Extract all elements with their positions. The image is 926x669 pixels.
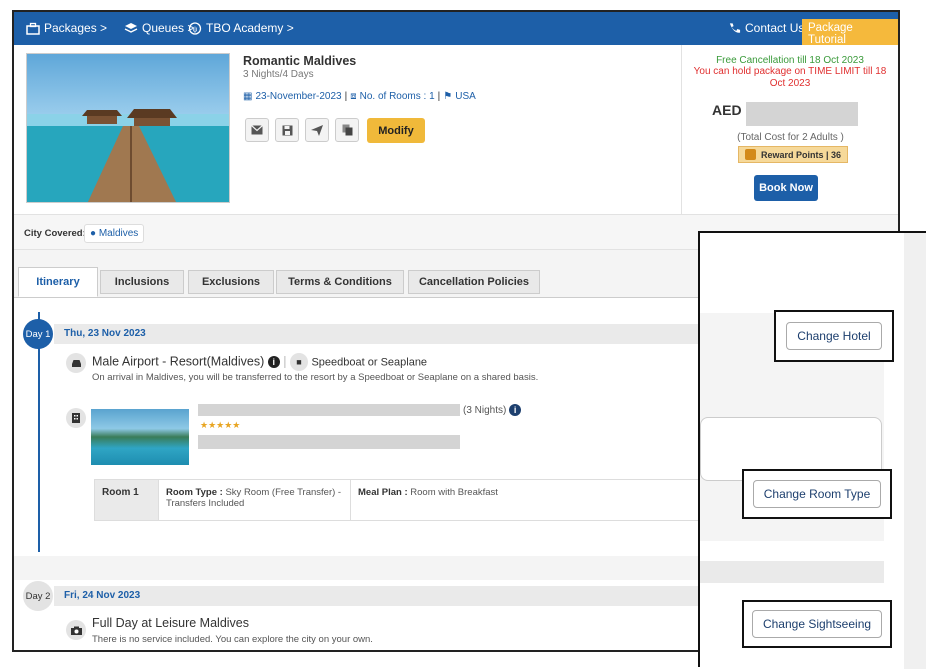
package-summary-card: Romantic Maldives 3 Nights/4 Days ▦ 23-N… — [14, 45, 898, 215]
hotel-star-rating: ★★★★★ — [200, 420, 241, 430]
svg-text:ψ: ψ — [193, 26, 198, 33]
car-icon: ■ — [289, 353, 308, 371]
city-chip[interactable]: ● Maldives — [84, 224, 145, 243]
info-icon[interactable]: i — [267, 356, 280, 369]
city-chip-label: Maldives — [98, 228, 139, 239]
price-panel: Free Cancellation till 18 Oct 2023 You c… — [681, 45, 898, 215]
hotel-nights-label: (3 Nights) — [463, 405, 507, 416]
package-actions: Modify — [245, 118, 425, 143]
transfer-description: On arrival in Maldives, you will be tran… — [92, 372, 539, 383]
flag-icon: ⚑ — [443, 91, 453, 102]
email-button[interactable] — [245, 118, 269, 142]
send-button[interactable] — [305, 118, 329, 142]
briefcase-icon — [26, 22, 40, 35]
separator: | — [344, 91, 348, 102]
sitemap-icon: ⧈ — [350, 91, 357, 102]
reward-points-badge: Reward Points | 36 — [738, 146, 849, 163]
copy-icon — [342, 124, 352, 136]
package-title: Romantic Maldives — [243, 54, 357, 68]
hotel-icon — [66, 408, 86, 428]
change-hotel-button[interactable]: Change Hotel — [786, 322, 882, 350]
map-marker-icon: ● — [90, 228, 97, 239]
city-covered-label: City Covered: — [24, 228, 86, 239]
tab-itinerary[interactable]: Itinerary — [18, 267, 98, 297]
separator: | — [437, 91, 441, 102]
activity-title: Full Day at Leisure Maldives — [92, 616, 250, 630]
modify-button[interactable]: Modify — [367, 118, 425, 143]
package-photo — [26, 53, 230, 203]
room-type-label: Room Type : — [166, 487, 223, 498]
hotel-nights: (3 Nights) i — [463, 404, 522, 416]
activity-description: There is no service included. You can ex… — [92, 634, 373, 645]
nav-queues[interactable]: Queues > — [124, 21, 194, 35]
copy-button[interactable] — [335, 118, 359, 142]
book-now-button[interactable]: Book Now — [754, 175, 818, 201]
travel-date: 23-November-2023 — [255, 91, 342, 102]
room-label: Room 1 — [95, 480, 159, 520]
phone-icon — [729, 22, 741, 33]
info-icon[interactable]: i — [509, 404, 522, 416]
nav-queues-label: Queues > — [142, 21, 195, 35]
nav-packages-label: Packages > — [44, 21, 108, 35]
day-badge: Day 2 — [23, 581, 53, 611]
change-options-callout: Change Hotel Change Room Type Change Sig… — [698, 231, 926, 669]
paper-plane-icon — [311, 124, 323, 136]
currency-label: AED — [712, 102, 742, 118]
nationality: USA — [455, 91, 476, 102]
transfer-title-text: Male Airport - Resort(Maldives) — [92, 354, 265, 369]
package-meta: ▦ 23-November-2023 | ⧈ No. of Rooms : 1 … — [243, 91, 476, 102]
layers-icon — [124, 22, 138, 33]
hotel-name-redacted — [198, 404, 460, 416]
tab-terms-conditions[interactable]: Terms & Conditions — [276, 270, 404, 294]
separator: | — [283, 354, 287, 369]
nav-packages[interactable]: Packages > — [26, 21, 107, 35]
nav-academy-label: TBO Academy > — [206, 21, 294, 35]
free-cancellation-note: Free Cancellation till 18 Oct 2023 — [716, 55, 864, 66]
tab-cancellation-policies[interactable]: Cancellation Policies — [408, 270, 540, 294]
contact-us-link[interactable]: Contact Us — [728, 21, 804, 35]
meal-plan-value: Room with Breakfast — [410, 487, 498, 498]
callout-scroll-strip — [904, 233, 926, 669]
package-duration: 3 Nights/4 Days — [243, 69, 314, 80]
change-sightseeing-button[interactable]: Change Sightseeing — [751, 610, 883, 638]
trophy-icon — [745, 149, 756, 160]
academy-icon: ψ — [188, 21, 202, 35]
floppy-icon — [282, 125, 292, 135]
total-cost-note: (Total Cost for 2 Adults ) — [737, 132, 844, 143]
hotel-photo — [91, 409, 189, 465]
reward-points-label: Reward Points | 36 — [761, 149, 842, 160]
hotel-address-redacted — [198, 435, 460, 449]
callout-day-header — [700, 561, 884, 583]
transfer-title: Male Airport - Resort(Maldives) i | ■ Sp… — [92, 353, 427, 371]
meal-plan-label: Meal Plan : — [358, 487, 408, 498]
camera-icon — [66, 620, 86, 640]
room-type-cell: Room Type : Sky Room (Free Transfer) - T… — [159, 480, 351, 520]
envelope-icon — [251, 125, 263, 135]
change-sightseeing-highlight: Change Sightseeing — [742, 600, 892, 648]
day-badge: Day 1 — [23, 319, 53, 349]
change-room-type-highlight: Change Room Type — [742, 469, 892, 519]
save-button[interactable] — [275, 118, 299, 142]
tab-inclusions[interactable]: Inclusions — [100, 270, 184, 294]
change-hotel-highlight: Change Hotel — [774, 310, 894, 362]
nav-academy[interactable]: ψ TBO Academy > — [188, 21, 294, 35]
price-amount-redacted — [746, 102, 858, 126]
top-nav-bar: Packages > Queues > ψ TBO Academy > Cont… — [14, 12, 898, 49]
calendar-icon: ▦ — [243, 91, 253, 102]
change-room-type-button[interactable]: Change Room Type — [752, 480, 882, 508]
tab-exclusions[interactable]: Exclusions — [188, 270, 274, 294]
car-icon — [66, 353, 86, 373]
rooms-count: No. of Rooms : 1 — [359, 91, 435, 102]
contact-us-label: Contact Us — [745, 21, 805, 35]
hold-notice: You can hold package on TIME LIMIT till … — [693, 66, 887, 89]
transfer-mode: Speedboat or Seaplane — [311, 356, 428, 369]
